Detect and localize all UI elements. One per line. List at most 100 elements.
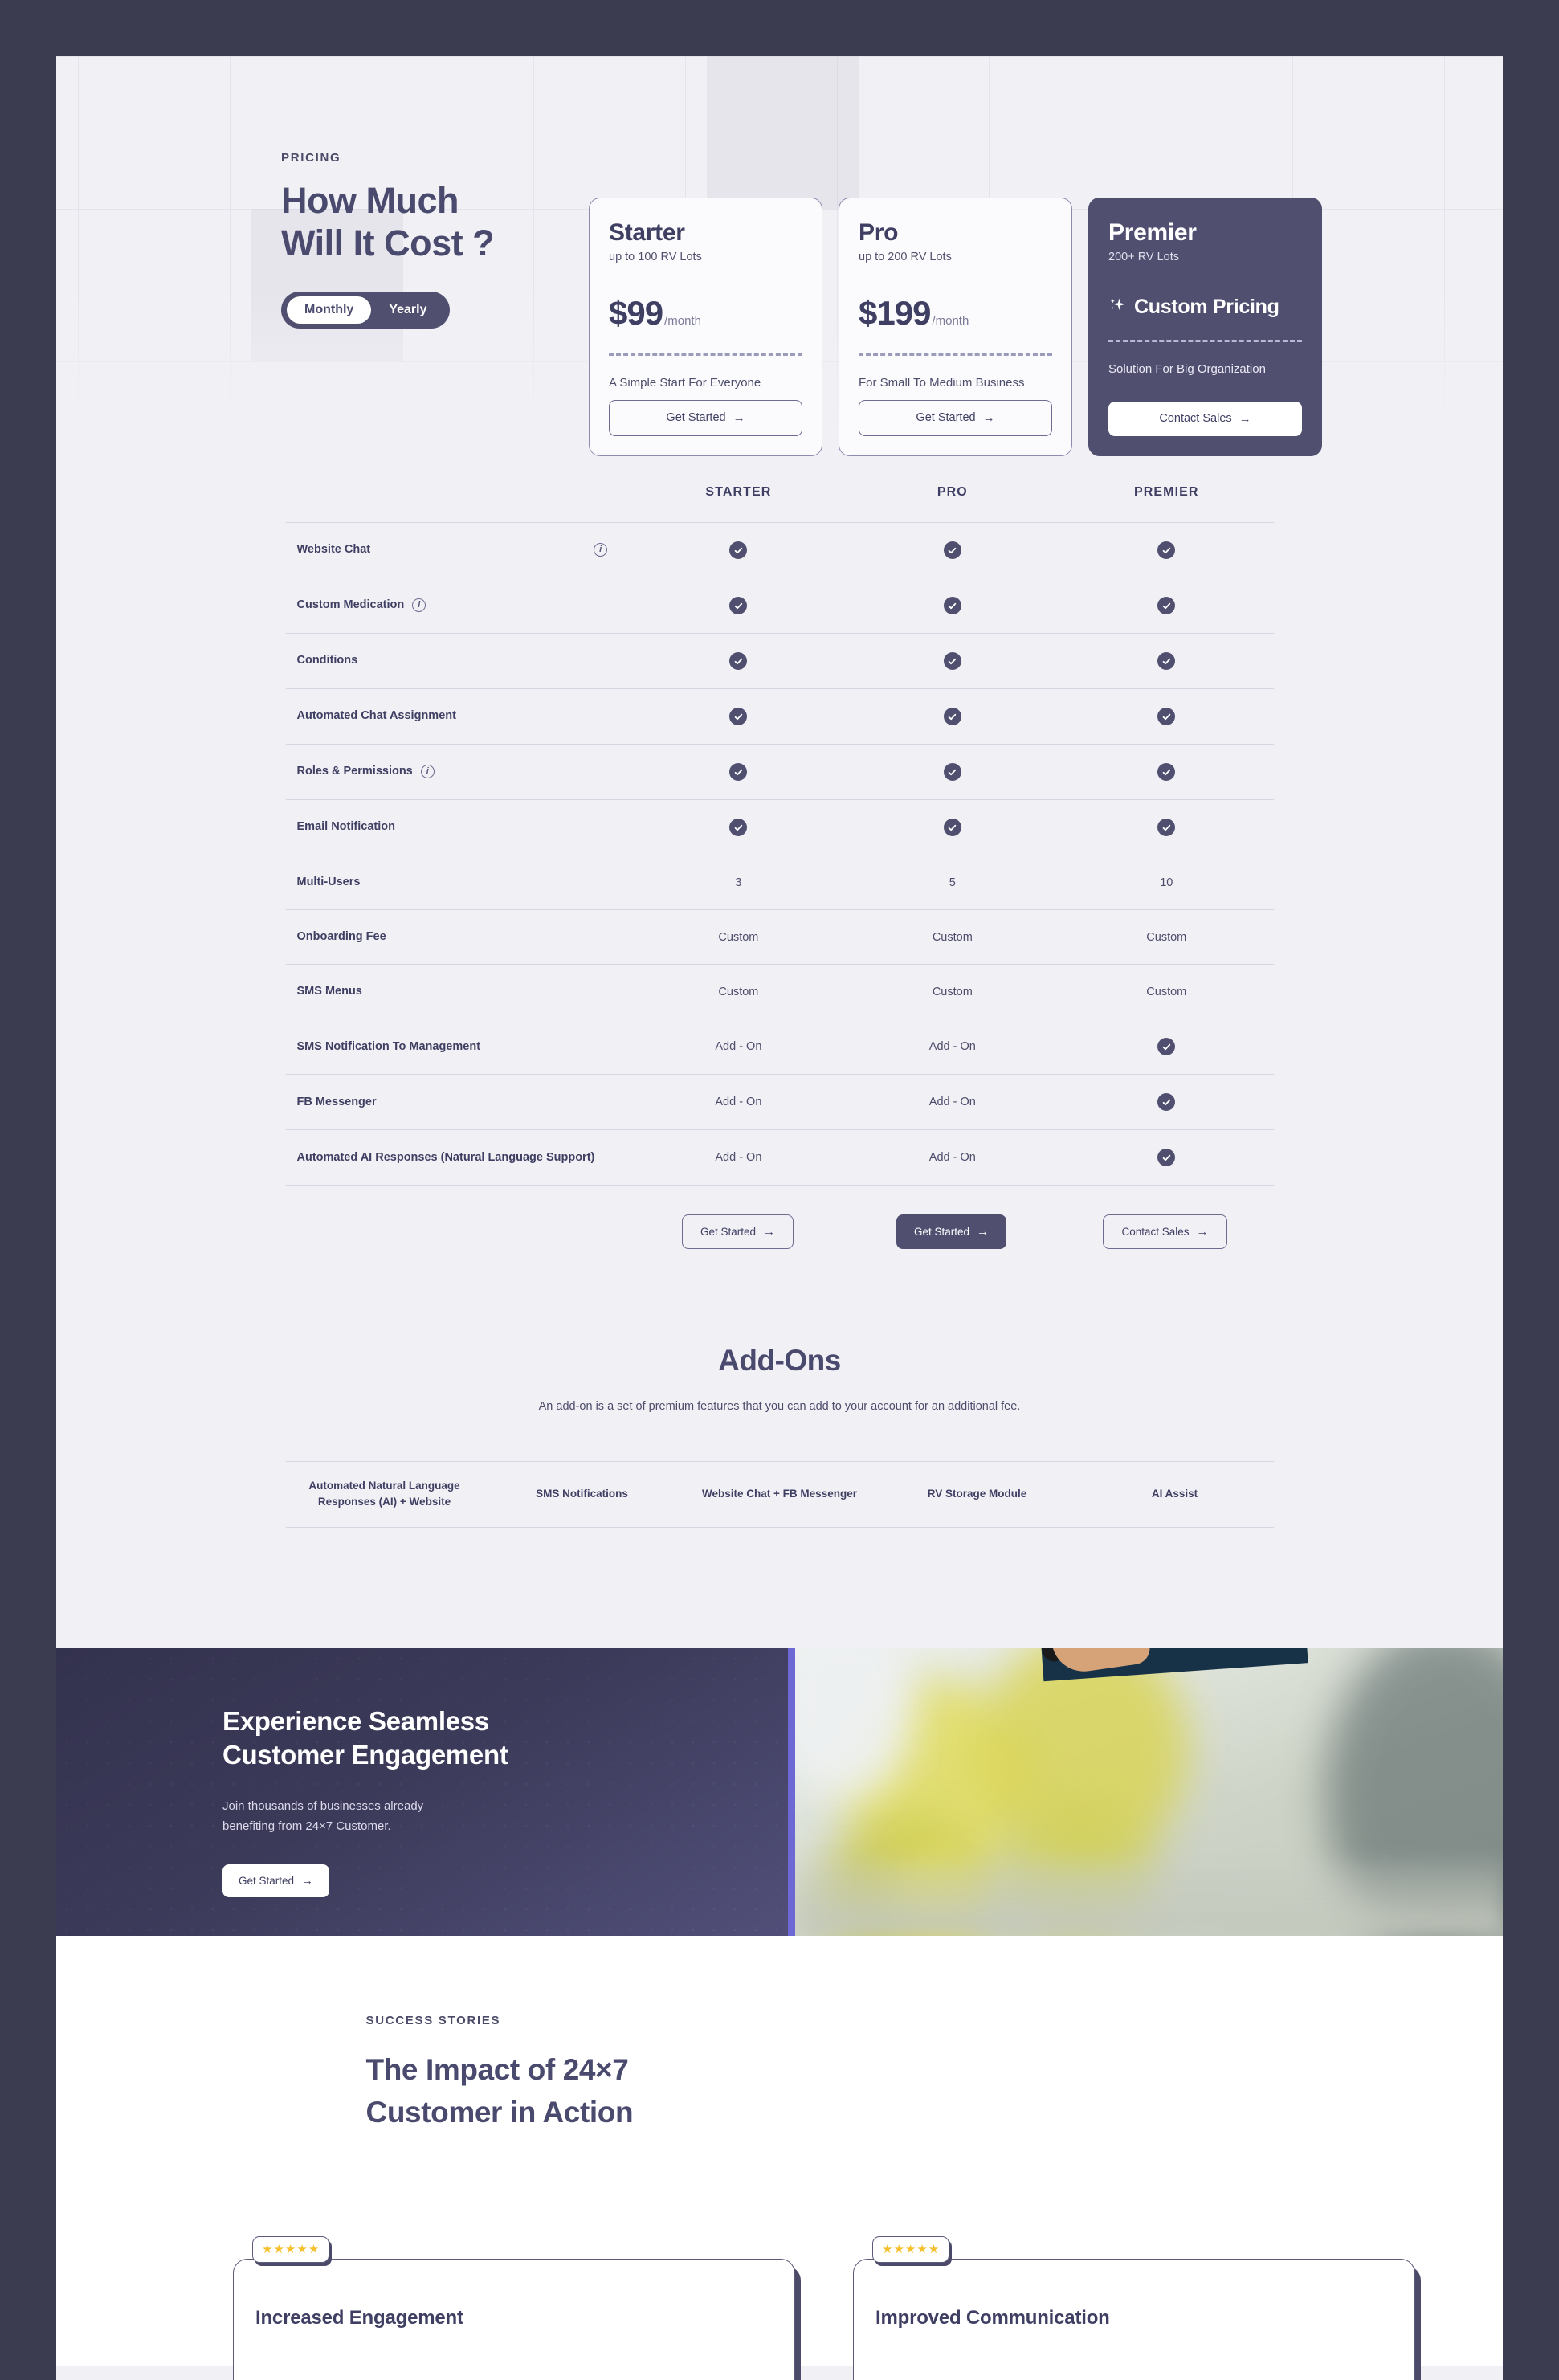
billing-period-toggle[interactable]: Monthly Yearly: [281, 292, 451, 329]
plan-lots: up to 200 RV Lots: [859, 251, 952, 263]
table-row: Custom Medication i: [285, 578, 1274, 634]
get-started-button-engagement[interactable]: Get Started →: [222, 1864, 329, 1897]
engagement-photo: [795, 1647, 1503, 1936]
comparison-cta-row: Get Started → Get Started → Contact Sale…: [286, 1214, 1274, 1250]
feature-label: Onboarding Fee: [296, 930, 386, 944]
contact-sales-button-premier[interactable]: Contact Sales →: [1108, 402, 1302, 436]
feature-name-cell: Multi-Users: [286, 855, 632, 910]
engagement-cta-body-line2: benefiting from 24×7 Customer.: [222, 1819, 391, 1834]
feature-label: Conditions: [296, 654, 358, 667]
rating-stars-icon: ★★★★★: [872, 2235, 950, 2263]
feature-label: FB Messenger: [296, 1095, 377, 1108]
feature-value-cell: [846, 689, 1059, 745]
addons-title: Add-Ons: [718, 1344, 841, 1378]
arrow-right-icon: →: [1239, 412, 1251, 426]
engagement-cta-section: Experience Seamless Customer Engagement …: [56, 1647, 1503, 1936]
testimonial-cards: ★★★★★ Increased Engagement ★★★★★ Improve…: [233, 2235, 1503, 2380]
feature-value-cell: [631, 689, 845, 745]
testimonial-card[interactable]: ★★★★★ Improved Communication: [853, 2235, 1427, 2380]
table-row: SMS Notification To Management Add - On Ad…: [285, 1019, 1274, 1075]
feature-label: Multi-Users: [296, 876, 361, 888]
addon-item: Automated Natural Language Responses (AI…: [308, 1480, 460, 1508]
feature-value-cell: Add - On: [715, 1040, 762, 1054]
addon-item: Website Chat + FB Messenger: [702, 1488, 857, 1500]
plan-name: Pro: [859, 219, 899, 246]
check-icon: [943, 819, 961, 836]
check-icon: [1157, 708, 1176, 725]
feature-label: Roles & Permissions: [296, 765, 413, 778]
addon-item: SMS Notifications: [536, 1488, 628, 1500]
feature-value-cell: [1059, 689, 1273, 745]
feature-name-cell: Roles & Permissions i: [286, 745, 632, 800]
photo-man-with-phone: [795, 1647, 1503, 1936]
button-label: Contact Sales: [1159, 412, 1232, 426]
accent-strip: [788, 1647, 795, 1936]
table-row: Automated AI Responses (Natural Language…: [285, 1129, 1274, 1186]
testimonial-card[interactable]: ★★★★★ Increased Engagement: [233, 2235, 807, 2380]
stories-title: The Impact of 24×7 Customer in Action: [366, 2048, 1370, 2134]
toggle-option-yearly[interactable]: Yearly: [371, 296, 444, 324]
feature-value-cell: [631, 523, 845, 578]
plan-price-row: $99 /month: [609, 294, 802, 333]
feature-label: SMS Notification To Management: [296, 1039, 481, 1053]
arrow-right-icon: →: [1196, 1225, 1209, 1239]
plan-price: $99: [609, 294, 663, 332]
button-label: Get Started: [913, 1225, 970, 1238]
get-started-button-starter[interactable]: Get Started →: [609, 400, 802, 436]
addons-section: Add-Ons An add-on is a set of premium fe…: [285, 1344, 1274, 1528]
info-icon[interactable]: i: [412, 598, 426, 613]
table-row: FB Messenger Add - On Add - On: [285, 1074, 1274, 1130]
table-row: SMS Menus Custom Custom Custom: [285, 964, 1274, 1019]
feature-value-cell: Custom: [932, 930, 973, 944]
feature-name-cell: Onboarding Fee: [286, 910, 632, 965]
plan-period: /month: [664, 314, 701, 328]
info-icon[interactable]: i: [594, 543, 608, 557]
addons-description: An add-on is a set of premium features t…: [538, 1400, 1021, 1414]
engagement-cta-title-line1: Experience Seamless: [222, 1705, 489, 1736]
toggle-option-monthly[interactable]: Monthly: [287, 296, 372, 325]
plan-name: Premier: [1108, 219, 1197, 246]
plan-price-row: Custom Pricing: [1108, 296, 1302, 319]
page-title-line2: Will It Cost ?: [281, 222, 495, 264]
info-icon[interactable]: i: [420, 765, 435, 779]
engagement-cta-title-line2: Customer Engagement: [222, 1740, 508, 1770]
column-header-pro: PRO: [937, 485, 968, 499]
feature-name-cell: Email Notification: [286, 800, 632, 855]
get-started-button-pro-table[interactable]: Get Started →: [896, 1214, 1007, 1250]
table-row: Roles & Permissions i: [285, 744, 1274, 800]
divider-dashed: [859, 353, 1052, 356]
pricing-hero: PRICING How Much Will It Cost ? Monthly …: [56, 56, 1503, 456]
divider-dashed: [1108, 340, 1302, 342]
check-icon: [729, 819, 748, 836]
get-started-button-starter-table[interactable]: Get Started →: [681, 1214, 794, 1250]
check-icon: [729, 708, 748, 725]
table-row: Automated Chat Assignment: [285, 688, 1274, 745]
feature-name-cell: Automated Chat Assignment: [286, 689, 632, 745]
plan-name: Starter: [609, 219, 685, 246]
pricing-card-starter: Starter up to 100 RV Lots $99 /month A S…: [589, 198, 822, 456]
feature-value-cell: [631, 800, 845, 855]
contact-sales-button-premier-table[interactable]: Contact Sales →: [1103, 1214, 1227, 1250]
page-title: How Much Will It Cost ?: [281, 179, 522, 264]
get-started-button-pro[interactable]: Get Started →: [859, 400, 1052, 436]
hero-text-block: PRICING How Much Will It Cost ? Monthly …: [281, 151, 522, 329]
testimonial-title: Improved Communication: [875, 2306, 1110, 2329]
check-icon: [1157, 763, 1176, 781]
check-icon: [729, 763, 748, 781]
stories-title-line2: Customer in Action: [365, 2096, 634, 2129]
arrow-right-icon: →: [763, 1225, 776, 1239]
feature-value-cell: [631, 634, 845, 689]
button-label: Get Started: [916, 411, 976, 425]
page-title-line1: How Much: [281, 180, 459, 221]
feature-value-cell: [1059, 634, 1273, 689]
check-icon: [1157, 597, 1176, 614]
feature-value-cell: Add - On: [928, 1151, 976, 1165]
feature-label: Website Chat: [296, 543, 371, 557]
check-icon: [1157, 1038, 1176, 1056]
check-icon: [1157, 652, 1176, 670]
feature-value-cell: 3: [735, 876, 742, 889]
check-icon: [729, 541, 748, 559]
table-row: Email Notification: [285, 799, 1274, 855]
plan-comparison-table: STARTER PRO PREMIER Website Chat i Custom …: [285, 485, 1274, 1186]
table-header-row: STARTER PRO PREMIER: [286, 485, 1274, 523]
